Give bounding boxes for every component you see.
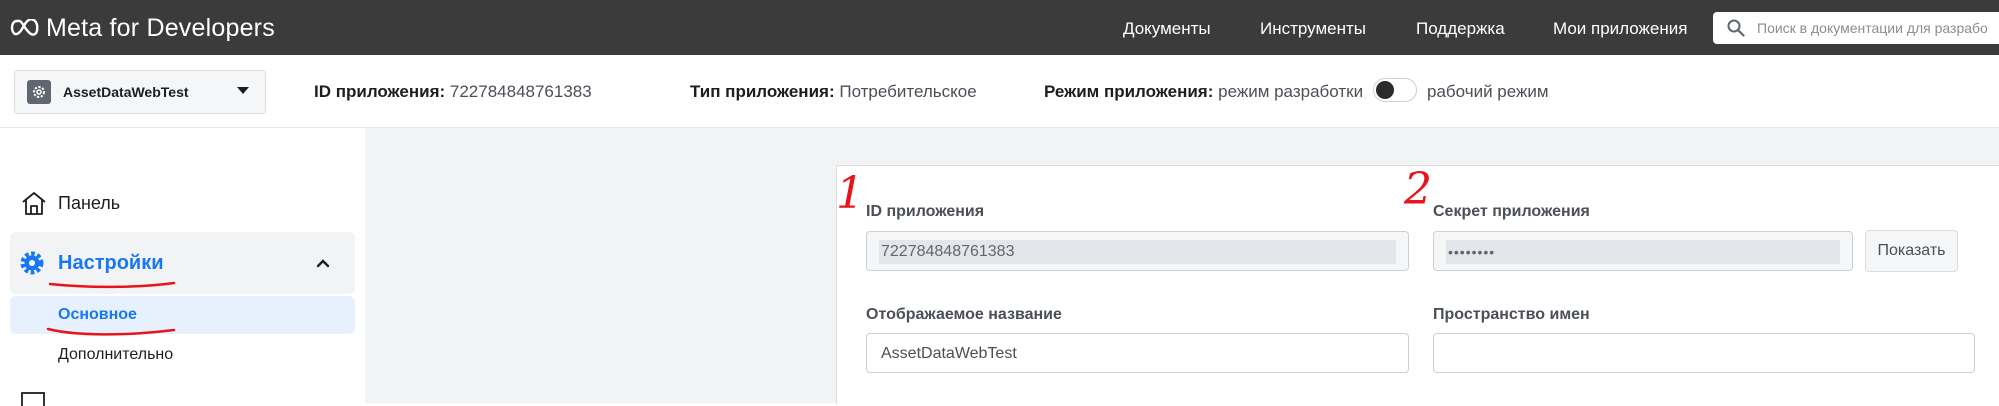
brand-name: Meta for Developers [46,13,275,42]
search-input[interactable] [1755,19,1999,37]
annotation-mark-1: 1 [836,168,864,219]
namespace-field[interactable] [1433,333,1975,373]
sidebar-subitem-basic[interactable]: Основное [10,296,355,336]
app-id-field-value: 722784848761383 [879,240,1396,264]
show-secret-button[interactable]: Показать [1865,230,1958,272]
sidebar: Панель Настройки Основное Дополнительно [0,128,365,406]
gear-icon [33,86,45,98]
app-mode-info: Режим приложения: режим разработки [1044,82,1363,102]
sidebar-item-label: Панель [58,192,121,213]
top-navigation-bar: Meta for Developers Документы Инструмент… [0,0,1999,55]
app-id-info: ID приложения: 722784848761383 [314,82,592,102]
sidebar-item-panel[interactable]: Панель [10,178,355,228]
nav-support-link[interactable]: Поддержка [1416,19,1505,39]
app-id-value: 722784848761383 [449,82,592,101]
sidebar-item-settings[interactable]: Настройки [10,232,355,294]
nav-tools-link[interactable]: Инструменты [1260,19,1366,39]
sidebar-item-label: Настройки [58,251,164,274]
app-id-field[interactable]: 722784848761383 [866,231,1409,271]
app-type-label: Тип приложения: [690,82,835,101]
app-id-field-label: ID приложения [866,203,985,220]
namespace-field-label: Пространство имен [1433,306,1590,323]
sidebar-subitem-label: Основное [58,306,137,323]
gear-icon [20,251,44,275]
app-name: AssetDataWebTest [63,84,189,100]
app-type-info: Тип приложения: Потребительское [690,82,977,102]
app-secret-field[interactable]: •••••••• [1433,231,1853,271]
search-box[interactable] [1713,12,1999,44]
app-secret-field-value: •••••••• [1446,240,1840,264]
sidebar-subitem-label: Дополнительно [58,346,174,363]
app-selector-dropdown[interactable]: AssetDataWebTest [14,70,266,114]
meta-logo[interactable]: Meta for Developers [10,13,275,43]
app-icon [27,80,51,104]
nav-docs-link[interactable]: Документы [1123,19,1211,39]
annotation-mark-2: 2 [1404,164,1432,215]
search-icon [1727,19,1745,37]
display-name-field[interactable]: AssetDataWebTest [866,333,1409,373]
app-type-value: Потребительское [839,82,977,101]
app-id-label: ID приложения: [314,82,446,101]
chevron-up-icon[interactable] [315,257,331,269]
chevron-down-icon [237,87,249,94]
nav-my-apps-link[interactable]: Мои приложения [1553,19,1687,39]
app-mode-label: Режим приложения: [1044,82,1214,101]
display-name-field-label: Отображаемое название [866,306,1062,323]
app-mode-toggle[interactable] [1373,78,1417,102]
app-mode-dev-label: режим разработки [1218,82,1364,101]
display-name-field-value: AssetDataWebTest [881,345,1017,362]
app-secret-field-label: Секрет приложения [1433,203,1590,220]
document-icon [21,392,45,406]
app-info-bar: AssetDataWebTest ID приложения: 72278484… [0,55,1999,128]
red-underline-annotation [48,281,176,289]
sidebar-subitem-advanced[interactable]: Дополнительно [10,336,355,374]
home-icon [22,192,46,215]
meta-infinity-icon [10,19,39,36]
app-mode-live-label: рабочий режим [1427,82,1549,101]
toggle-knob [1376,81,1394,99]
